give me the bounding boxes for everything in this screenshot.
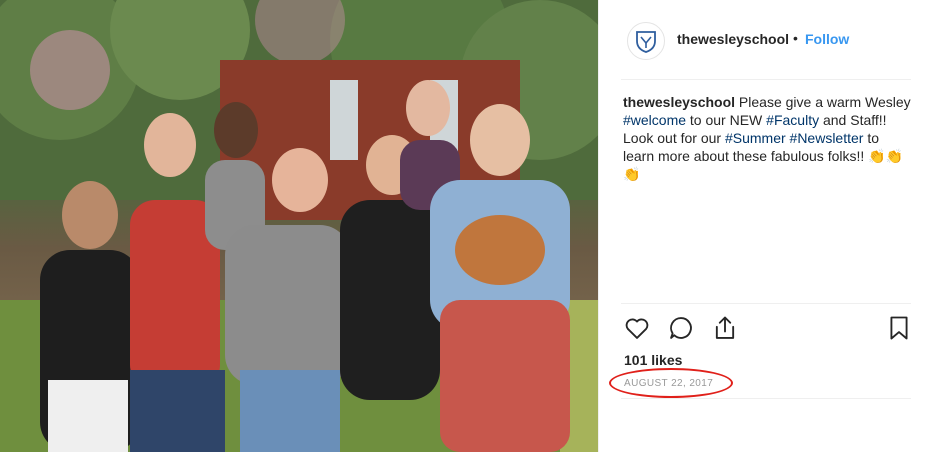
caption-text: Please give a warm Wesley <box>735 94 911 110</box>
likes-count[interactable]: 101 likes <box>624 352 682 368</box>
hashtag-faculty[interactable]: #Faculty <box>766 112 819 128</box>
post-header: thewesleyschool • Follow <box>599 0 934 80</box>
bookmark-icon[interactable] <box>885 314 913 342</box>
post-caption: thewesleyschool Please give a warm Wesle… <box>623 93 913 183</box>
group-photo-image <box>0 0 598 452</box>
highlight-ellipse <box>609 368 733 398</box>
caption-text: to our NEW <box>686 112 767 128</box>
post-detail-panel: thewesleyschool • Follow thewesleyschool… <box>598 0 934 452</box>
school-crest-icon[interactable] <box>627 22 665 60</box>
divider <box>621 398 911 399</box>
separator-dot: • <box>793 30 798 46</box>
caption-username[interactable]: thewesleyschool <box>623 94 735 110</box>
hashtag-newsletter[interactable]: #Newsletter <box>790 130 864 146</box>
username-link[interactable]: thewesleyschool <box>677 31 789 47</box>
action-bar <box>623 314 913 344</box>
follow-button[interactable]: Follow <box>805 31 849 47</box>
heart-icon[interactable] <box>623 314 651 342</box>
share-icon[interactable] <box>711 314 739 342</box>
divider <box>621 79 911 80</box>
hashtag-welcome[interactable]: #welcome <box>623 112 686 128</box>
divider <box>621 303 911 304</box>
hashtag-summer[interactable]: #Summer <box>725 130 786 146</box>
post-photo[interactable] <box>0 0 598 452</box>
comment-icon[interactable] <box>667 314 695 342</box>
